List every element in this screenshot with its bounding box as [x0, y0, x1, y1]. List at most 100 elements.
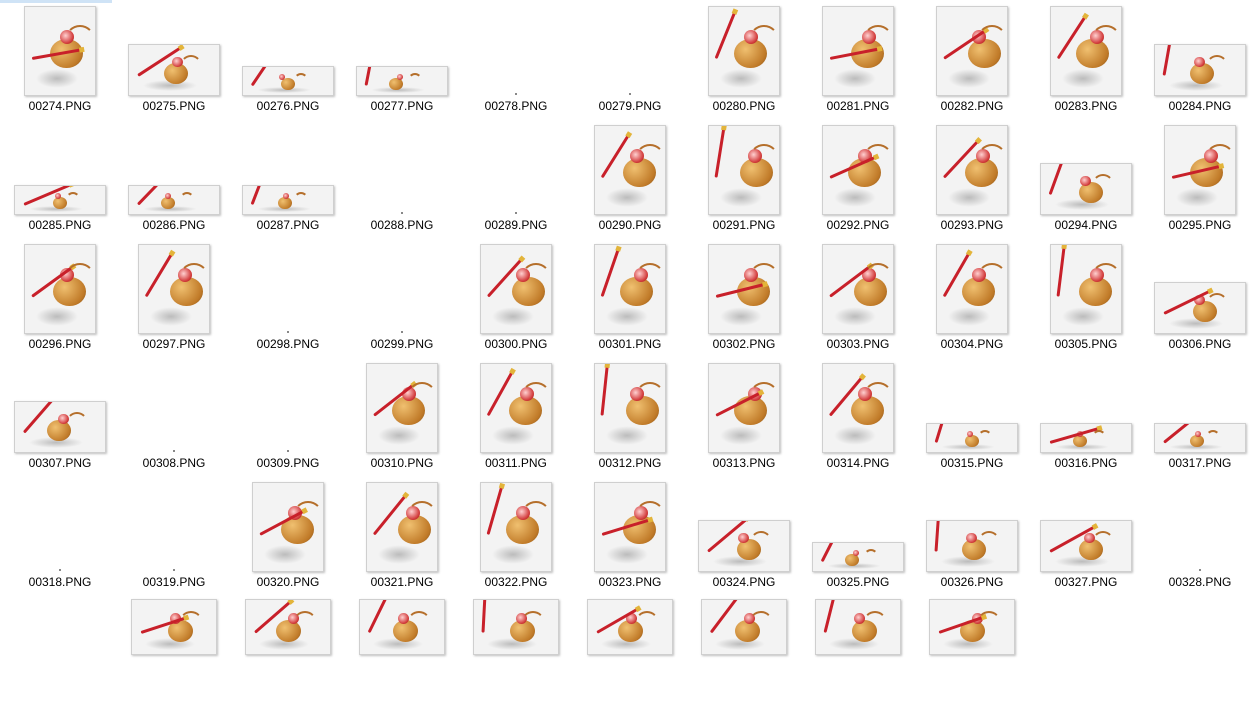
- file-item[interactable]: 00319.PNG: [117, 476, 231, 595]
- file-item[interactable]: 00299.PNG: [345, 238, 459, 357]
- file-item[interactable]: 00290.PNG: [573, 119, 687, 238]
- file-item[interactable]: 00326.PNG: [915, 476, 1029, 595]
- file-name-label: 00326.PNG: [940, 575, 1004, 589]
- file-item[interactable]: 00303.PNG: [801, 238, 915, 357]
- file-item[interactable]: 00283.PNG: [1029, 0, 1143, 119]
- monkey-sprite-thumbnail: [138, 244, 210, 334]
- file-item[interactable]: 00275.PNG: [117, 0, 231, 119]
- file-item[interactable]: [573, 595, 687, 714]
- file-item[interactable]: 00285.PNG: [3, 119, 117, 238]
- file-item[interactable]: 00293.PNG: [915, 119, 1029, 238]
- file-item[interactable]: 00300.PNG: [459, 238, 573, 357]
- monkey-sprite-thumbnail: [242, 66, 334, 96]
- monkey-sprite-thumbnail: [356, 66, 448, 96]
- file-item[interactable]: 00322.PNG: [459, 476, 573, 595]
- file-name-label: 00282.PNG: [940, 99, 1004, 113]
- file-item[interactable]: 00305.PNG: [1029, 238, 1143, 357]
- file-item[interactable]: 00278.PNG: [459, 0, 573, 119]
- file-item[interactable]: 00317.PNG: [1143, 357, 1253, 476]
- file-item[interactable]: 00298.PNG: [231, 238, 345, 357]
- file-item[interactable]: 00306.PNG: [1143, 238, 1253, 357]
- monkey-sprite-thumbnail: [131, 599, 217, 655]
- empty-thumbnail-icon: [173, 450, 175, 452]
- file-item[interactable]: [345, 595, 459, 714]
- file-item[interactable]: 00291.PNG: [687, 119, 801, 238]
- file-item[interactable]: [459, 595, 573, 714]
- file-name-label: 00297.PNG: [142, 337, 206, 351]
- file-item[interactable]: 00277.PNG: [345, 0, 459, 119]
- file-item[interactable]: 00323.PNG: [573, 476, 687, 595]
- monkey-sprite-thumbnail: [936, 125, 1008, 215]
- file-name-label: 00319.PNG: [142, 575, 206, 589]
- file-item[interactable]: 00289.PNG: [459, 119, 573, 238]
- file-item[interactable]: 00301.PNG: [573, 238, 687, 357]
- file-name-label: 00294.PNG: [1054, 218, 1118, 232]
- monkey-sprite-thumbnail: [1050, 6, 1122, 96]
- file-item[interactable]: 00318.PNG: [3, 476, 117, 595]
- file-name-label: 00292.PNG: [826, 218, 890, 232]
- monkey-sprite-thumbnail: [936, 244, 1008, 334]
- monkey-sprite-thumbnail: [128, 44, 220, 96]
- monkey-sprite-thumbnail: [1040, 423, 1132, 453]
- file-item[interactable]: 00312.PNG: [573, 357, 687, 476]
- empty-thumbnail-icon: [287, 331, 289, 333]
- file-item[interactable]: 00327.PNG: [1029, 476, 1143, 595]
- file-item[interactable]: 00276.PNG: [231, 0, 345, 119]
- monkey-sprite-thumbnail: [480, 363, 552, 453]
- file-name-label: 00328.PNG: [1168, 575, 1232, 589]
- file-item[interactable]: 00324.PNG: [687, 476, 801, 595]
- file-item[interactable]: [687, 595, 801, 714]
- file-item[interactable]: [117, 595, 231, 714]
- file-item[interactable]: 00282.PNG: [915, 0, 1029, 119]
- file-item[interactable]: 00328.PNG: [1143, 476, 1253, 595]
- monkey-sprite-thumbnail: [14, 185, 106, 215]
- file-name-label: 00310.PNG: [370, 456, 434, 470]
- file-item[interactable]: 00288.PNG: [345, 119, 459, 238]
- file-item[interactable]: 00295.PNG: [1143, 119, 1253, 238]
- monkey-sprite-thumbnail: [1154, 423, 1246, 453]
- file-item[interactable]: 00302.PNG: [687, 238, 801, 357]
- file-name-label: 00275.PNG: [142, 99, 206, 113]
- file-name-label: 00281.PNG: [826, 99, 890, 113]
- file-name-label: 00299.PNG: [370, 337, 434, 351]
- file-item[interactable]: 00286.PNG: [117, 119, 231, 238]
- file-item[interactable]: 00320.PNG: [231, 476, 345, 595]
- file-name-label: 00318.PNG: [28, 575, 92, 589]
- file-item[interactable]: 00279.PNG: [573, 0, 687, 119]
- monkey-sprite-thumbnail: [926, 520, 1018, 572]
- file-item[interactable]: 00284.PNG: [1143, 0, 1253, 119]
- file-item[interactable]: 00314.PNG: [801, 357, 915, 476]
- file-name-label: 00283.PNG: [1054, 99, 1118, 113]
- file-item[interactable]: 00315.PNG: [915, 357, 1029, 476]
- empty-thumbnail-icon: [59, 569, 61, 571]
- file-item[interactable]: 00287.PNG: [231, 119, 345, 238]
- file-item[interactable]: 00292.PNG: [801, 119, 915, 238]
- file-item[interactable]: 00311.PNG: [459, 357, 573, 476]
- file-item[interactable]: 00313.PNG: [687, 357, 801, 476]
- file-item[interactable]: 00296.PNG: [3, 238, 117, 357]
- file-item[interactable]: [915, 595, 1029, 714]
- file-thumbnail-grid: 00274.PNG 00275.PNG 00276.PNG 00277.PNG 0027…: [0, 0, 1253, 655]
- monkey-sprite-thumbnail: [708, 363, 780, 453]
- file-item[interactable]: 00307.PNG: [3, 357, 117, 476]
- file-item[interactable]: 00321.PNG: [345, 476, 459, 595]
- file-item[interactable]: [231, 595, 345, 714]
- file-item[interactable]: 00280.PNG: [687, 0, 801, 119]
- file-item[interactable]: 00294.PNG: [1029, 119, 1143, 238]
- file-item[interactable]: 00316.PNG: [1029, 357, 1143, 476]
- file-item[interactable]: 00274.PNG: [3, 0, 117, 119]
- file-name-label: 00302.PNG: [712, 337, 776, 351]
- file-item[interactable]: 00281.PNG: [801, 0, 915, 119]
- file-item[interactable]: 00310.PNG: [345, 357, 459, 476]
- monkey-sprite-thumbnail: [14, 401, 106, 453]
- file-item[interactable]: 00309.PNG: [231, 357, 345, 476]
- monkey-sprite-thumbnail: [812, 542, 904, 572]
- file-item[interactable]: [3, 595, 117, 714]
- file-name-label: 00308.PNG: [142, 456, 206, 470]
- file-item[interactable]: [801, 595, 915, 714]
- file-item[interactable]: 00304.PNG: [915, 238, 1029, 357]
- file-item[interactable]: 00297.PNG: [117, 238, 231, 357]
- file-name-label: 00305.PNG: [1054, 337, 1118, 351]
- file-item[interactable]: 00308.PNG: [117, 357, 231, 476]
- file-item[interactable]: 00325.PNG: [801, 476, 915, 595]
